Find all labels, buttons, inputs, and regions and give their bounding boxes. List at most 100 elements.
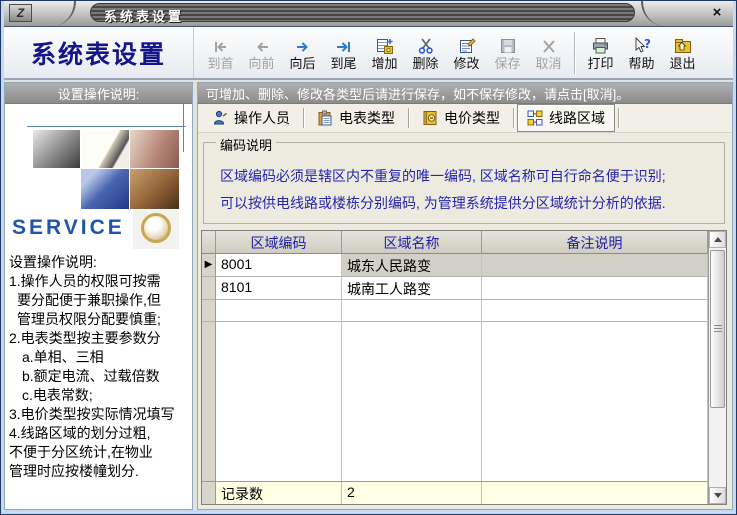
svg-text:?: ?: [644, 37, 651, 51]
tab-separator: [408, 108, 409, 128]
region-blocks-icon: [527, 110, 543, 126]
photo-tile-watch: [133, 210, 179, 249]
column-filler: [342, 322, 482, 481]
photo-tile-keyboard: [81, 169, 129, 209]
close-icon[interactable]: ×: [707, 4, 727, 22]
operator-person-icon: [212, 110, 228, 126]
scroll-up-button[interactable]: [709, 231, 726, 248]
print-button[interactable]: 打印: [580, 30, 621, 76]
cancel-icon: [540, 35, 558, 55]
table-row[interactable]: ▶ 8001 城东人民路变: [202, 254, 708, 277]
scroll-up-icon: [714, 237, 722, 242]
tab-operators[interactable]: 操作人员: [202, 104, 300, 132]
scroll-down-icon: [714, 493, 722, 498]
add-record-icon: [376, 35, 394, 55]
help-button[interactable]: ? 帮助: [621, 30, 662, 76]
cell-region-note[interactable]: [482, 277, 708, 300]
delete-record-icon: [417, 35, 435, 55]
cell-region-code[interactable]: 8001: [216, 254, 342, 277]
photo-tile-stapler: [33, 130, 80, 168]
last-record-button[interactable]: 到尾: [323, 30, 364, 76]
tab-price-types[interactable]: 电价类型: [412, 104, 510, 132]
titlebar: Z 系统表设置 ×: [4, 1, 733, 27]
toolbar-label: 修改: [453, 57, 479, 70]
exit-button[interactable]: 退出: [662, 30, 703, 76]
decor-vline: [183, 104, 184, 152]
cell-region-name[interactable]: 城南工人路变: [342, 277, 482, 300]
delete-record-button[interactable]: 删除: [405, 30, 446, 76]
cell-region-code[interactable]: 8101: [216, 277, 342, 300]
prev-record-icon: [253, 35, 271, 55]
app-window: Z 系统表设置 × 系统表设置 到首 向前 向后: [0, 0, 737, 515]
titlebar-curve-left: [50, 1, 76, 26]
column-header-code[interactable]: 区域编码: [216, 231, 342, 254]
price-book-icon: [422, 110, 438, 126]
edit-record-button[interactable]: 修改: [446, 30, 487, 76]
next-record-icon: [294, 35, 312, 55]
save-icon: [499, 35, 517, 55]
table-footer-row: 记录数 2: [202, 481, 708, 504]
tab-separator: [513, 108, 514, 128]
instruction-line: 管理员权限分配要慎重;: [9, 310, 190, 329]
tab-separator: [303, 108, 304, 128]
instruction-line: 要分配便于兼职操作,但: [9, 291, 190, 310]
service-collage-image: SERVICE: [5, 104, 192, 249]
toolbar-label: 增加: [371, 57, 397, 70]
column-filler: [216, 322, 342, 481]
cell-region-note[interactable]: [482, 254, 708, 277]
vertical-scrollbar[interactable]: [708, 231, 726, 504]
column-filler: [482, 322, 708, 481]
next-record-button[interactable]: 向后: [282, 30, 323, 76]
instruction-line: 设置操作说明:: [9, 253, 190, 272]
window-icon: Z: [9, 4, 32, 22]
instruction-line: b.额定电流、过载倍数: [9, 367, 190, 386]
tab-separator: [618, 108, 619, 128]
prev-record-button[interactable]: 向前: [241, 30, 282, 76]
regions-table: 区域编码 区域名称 备注说明 ▶ 8001 城东人民路变 810: [202, 231, 708, 504]
groupbox-line: 可以按供电线路或楼栋分别编码, 为管理系统提供分区域统计分析的依据.: [212, 190, 716, 217]
instruction-line: c.电表常数;: [9, 386, 190, 405]
toolbar-label: 取消: [535, 57, 561, 70]
table-row-empty[interactable]: [202, 300, 708, 322]
empty-cell: [342, 300, 482, 322]
toolbar-buttons: 到首 向前 向后 到尾: [194, 27, 703, 78]
footer-empty-cell: [482, 482, 708, 504]
tab-label: 电表类型: [339, 108, 395, 128]
scrollbar-grip: [714, 325, 722, 333]
toolbar: 系统表设置 到首 向前 向后: [4, 27, 733, 80]
tab-label: 线路区域: [549, 108, 605, 128]
table-row[interactable]: 8101 城南工人路变: [202, 277, 708, 300]
instruction-line: 不便于分区统计,在物业: [9, 443, 190, 462]
pocket-watch-icon: [141, 213, 171, 243]
notice-bar: 可增加、删除、修改各类型后请进行保存，如不保存修改，请点击[取消]。: [198, 83, 732, 104]
toolbar-label: 帮助: [628, 57, 654, 70]
main-area: 设置操作说明: SERVICE 设置操作说明: 1.操作人员的权限可按需 要分配…: [4, 80, 733, 510]
instruction-line: 1.操作人员的权限可按需: [9, 272, 190, 291]
first-record-icon: [212, 35, 230, 55]
row-indicator: [202, 300, 216, 322]
toolbar-label: 打印: [587, 57, 613, 70]
instruction-line: 4.线路区域的划分过粗,: [9, 424, 190, 443]
tab-label: 操作人员: [234, 108, 290, 128]
indicator-column-filler: [202, 322, 216, 481]
tab-line-regions[interactable]: 线路区域: [517, 104, 615, 132]
toolbar-label: 退出: [669, 57, 695, 70]
first-record-button[interactable]: 到首: [200, 30, 241, 76]
tab-meter-types[interactable]: 电表类型: [307, 104, 405, 132]
column-header-name[interactable]: 区域名称: [342, 231, 482, 254]
tab-content: 编码说明 区域编码必须是辖区内不重复的唯一编码, 区域名称可自行命名便于识别; …: [198, 133, 732, 509]
cell-region-name[interactable]: 城东人民路变: [342, 254, 482, 277]
service-text: SERVICE: [12, 216, 125, 240]
instructions-text: 设置操作说明: 1.操作人员的权限可按需 要分配便于兼职操作,但 管理员权限分配…: [5, 249, 192, 481]
empty-cell: [216, 300, 342, 322]
column-header-note[interactable]: 备注说明: [482, 231, 708, 254]
tab-label: 电价类型: [444, 108, 500, 128]
scrollbar-thumb[interactable]: [710, 250, 725, 408]
empty-cell: [482, 300, 708, 322]
scroll-down-button[interactable]: [709, 487, 726, 504]
clipboard-icon: [317, 110, 333, 126]
photo-tile-pen: [81, 130, 129, 168]
save-button[interactable]: 保存: [487, 30, 528, 76]
add-record-button[interactable]: 增加: [364, 30, 405, 76]
cancel-button[interactable]: 取消: [528, 30, 569, 76]
